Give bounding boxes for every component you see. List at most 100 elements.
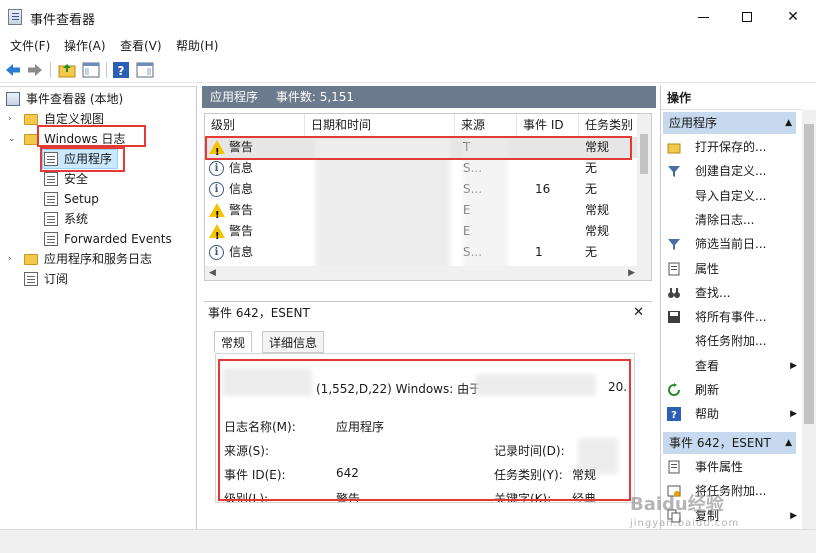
cell-event_id: 16: [535, 182, 551, 196]
actions-pane: 操作 应用程序 ▲ 打开保存的... 创建自定义... 导入自定义... 清除日志..…: [660, 86, 816, 529]
redacted-description-tail: [476, 374, 596, 396]
action-item-label: 将任务附加...: [695, 334, 767, 349]
chevron-down-icon[interactable]: ⌄: [8, 129, 18, 149]
svg-text:?: ?: [671, 410, 677, 421]
action-item[interactable]: 将任务附加...: [665, 330, 795, 352]
collapse-up-icon[interactable]: ▲: [785, 432, 792, 454]
action-item-label: 筛选当前日...: [695, 237, 767, 252]
svg-text:?: ?: [118, 64, 125, 78]
event-detail-title: 事件 642，ESENT: [208, 306, 310, 320]
cell-category: 无: [585, 182, 598, 196]
action-item[interactable]: 打开保存的...: [665, 136, 795, 158]
menu-view[interactable]: 查看(V): [120, 37, 162, 54]
console-tree-icon[interactable]: [82, 61, 100, 79]
action-item-label: 清除日志...: [695, 212, 755, 227]
maximize-button[interactable]: [724, 4, 770, 30]
column-header-event-id[interactable]: 事件 ID: [517, 114, 579, 136]
action-item[interactable]: 查看 ▶: [665, 355, 797, 377]
action-item-label: 查找...: [695, 285, 731, 300]
log-icon: [44, 172, 58, 186]
event-list-vertical-scrollbar[interactable]: [637, 114, 651, 280]
tab-general[interactable]: 常规: [214, 331, 253, 353]
field-log-name-label: 日志名称(M):: [224, 420, 296, 434]
log-header: 应用程序 事件数: 5,151: [202, 86, 656, 108]
scroll-right-icon[interactable]: ▶: [628, 268, 635, 278]
close-button[interactable]: ✕: [770, 4, 816, 30]
help-icon[interactable]: ?: [112, 61, 130, 79]
help-icon: ?: [667, 407, 681, 422]
cell-event_id: 1: [535, 245, 543, 259]
collapse-up-icon[interactable]: ▲: [785, 112, 792, 134]
action-item-label: 导入自定义...: [695, 188, 767, 203]
action-item-label: 属性: [695, 261, 720, 276]
actions-section-label: 应用程序: [669, 116, 718, 130]
event-viewer-app-icon: [8, 9, 22, 25]
back-arrow-icon[interactable]: [4, 61, 22, 79]
menu-file[interactable]: 文件(F): [10, 37, 50, 54]
actions-scrollbar[interactable]: [802, 110, 816, 529]
tree-item-label: Forwarded Events: [64, 232, 172, 246]
action-item-label: 事件属性: [695, 460, 744, 474]
actions-section-event[interactable]: 事件 642，ESENT ▲: [663, 432, 796, 454]
window-title: 事件查看器: [30, 13, 96, 28]
field-task-category-value: 常规: [572, 468, 597, 482]
cell-level: 警告: [229, 140, 254, 154]
action-item[interactable]: 筛选当前日...: [665, 233, 795, 255]
event-description: (1,552,D,22) Windows: 由于: [316, 382, 482, 396]
folder-icon: [24, 114, 38, 125]
cell-level: 信息: [229, 245, 254, 259]
title-bar: 事件查看器 ✕: [0, 0, 816, 34]
action-pane-icon[interactable]: [136, 61, 154, 79]
menu-action[interactable]: 操作(A): [64, 37, 106, 54]
cell-category: 常规: [585, 224, 610, 238]
info-icon: i: [209, 161, 224, 176]
action-item[interactable]: 导入自定义...: [665, 185, 795, 207]
tree-item-label: 应用程序: [64, 152, 113, 166]
action-item[interactable]: ? 帮助 ▶: [665, 403, 797, 425]
action-item[interactable]: 创建自定义...: [665, 160, 795, 182]
action-item-label: 查看: [695, 358, 720, 373]
cell-category: 无: [585, 245, 598, 259]
action-item-label: 帮助: [695, 407, 720, 422]
watermark-subtext: jingyan.baidu.com: [630, 518, 740, 529]
field-level-label: 级别(L):: [224, 492, 269, 503]
column-header-source[interactable]: 来源: [455, 114, 517, 136]
toolbar-separator: [106, 62, 107, 78]
folder-up-icon[interactable]: [58, 61, 76, 79]
save-icon: [668, 311, 680, 324]
cell-level: 信息: [229, 161, 254, 175]
action-item[interactable]: 将所有事件...: [665, 306, 795, 328]
field-keywords-value: 经典: [572, 492, 597, 503]
cell-level: 警告: [229, 203, 254, 217]
status-bar: [0, 529, 816, 553]
field-event-id-label: 事件 ID(E):: [224, 468, 286, 482]
chevron-right-icon[interactable]: ›: [8, 109, 18, 129]
scroll-thumb[interactable]: [804, 124, 814, 424]
event-viewer-icon: [6, 92, 20, 106]
cell-level: 警告: [229, 224, 254, 238]
chevron-right-icon[interactable]: ›: [8, 249, 18, 269]
actions-section-log[interactable]: 应用程序 ▲: [663, 112, 796, 134]
action-item[interactable]: 清除日志...: [665, 209, 795, 231]
field-level-value: 警告: [336, 492, 361, 503]
minimize-button[interactable]: [680, 4, 726, 30]
binoculars-icon: [668, 287, 680, 298]
refresh-icon: [668, 383, 680, 396]
close-icon[interactable]: ✕: [633, 302, 644, 324]
column-header-level[interactable]: 级别: [205, 114, 305, 136]
action-item[interactable]: 属性: [665, 258, 795, 280]
action-item[interactable]: 刷新: [665, 379, 795, 401]
scroll-thumb[interactable]: [640, 134, 648, 174]
event-list-horizontal-scrollbar[interactable]: ◀ ▶: [205, 266, 639, 280]
filter-icon: [668, 239, 680, 251]
info-icon: i: [209, 182, 224, 197]
scroll-left-icon[interactable]: ◀: [209, 268, 216, 278]
column-header-datetime[interactable]: 日期和时间: [305, 114, 455, 136]
column-header-task-category[interactable]: 任务类别: [579, 114, 639, 136]
tab-details[interactable]: 详细信息: [262, 331, 325, 353]
tree-item-label: 安全: [64, 172, 89, 186]
forward-arrow-icon[interactable]: [26, 61, 44, 79]
menu-help[interactable]: 帮助(H): [176, 37, 218, 54]
action-item[interactable]: 事件属性: [665, 456, 795, 478]
action-item[interactable]: 查找...: [665, 282, 795, 304]
